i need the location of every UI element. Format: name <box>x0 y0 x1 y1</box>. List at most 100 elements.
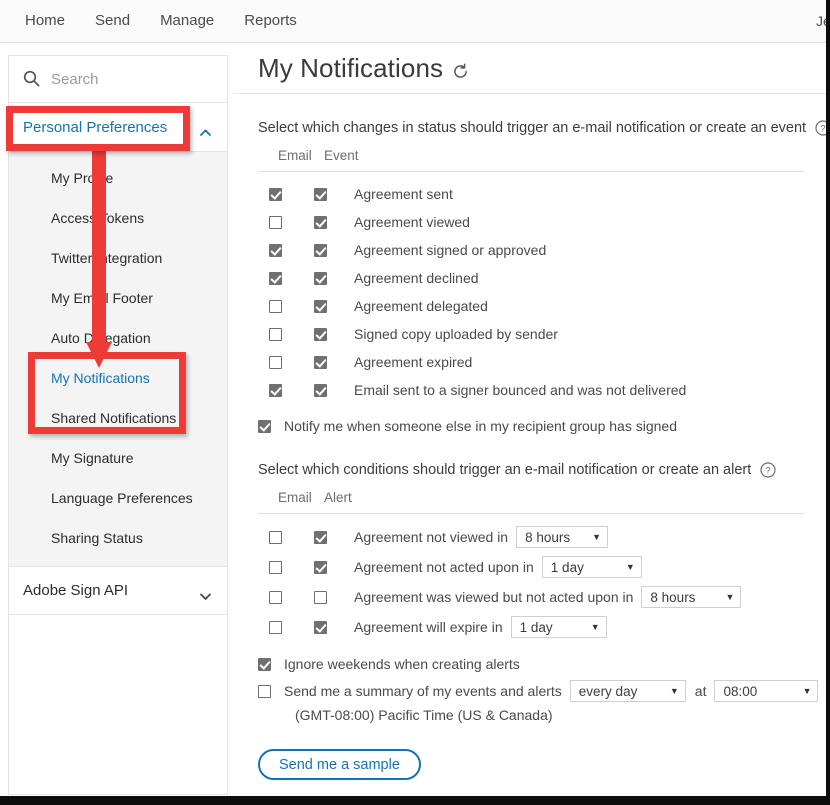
row-label: Agreement was viewed but not acted upon … <box>354 589 633 605</box>
chevron-down-icon: ▼ <box>670 687 679 696</box>
conditions-column-headers: Email Alert <box>258 490 804 514</box>
checkbox-email-not-viewed[interactable] <box>269 531 282 544</box>
checkbox-email-agreement-sent[interactable] <box>269 188 282 201</box>
select-value: 1 day <box>551 560 584 575</box>
table-row: Agreement expired <box>234 348 826 376</box>
nav-item-home[interactable]: Home <box>10 0 80 42</box>
row-label: Agreement sent <box>354 186 453 202</box>
checkbox-email-signed-copy-uploaded[interactable] <box>269 328 282 341</box>
top-nav-items: Home Send Manage Reports <box>10 0 312 42</box>
search-field[interactable]: Search <box>9 56 227 103</box>
checkbox-alert-not-viewed[interactable] <box>314 531 327 544</box>
application-window: Home Send Manage Reports Je Search Perso… <box>0 0 830 805</box>
sidebar-item-my-notifications[interactable]: My Notifications <box>9 358 227 398</box>
select-not-acted-upon-duration[interactable]: 1 day ▼ <box>542 556 642 578</box>
sidebar-item-my-profile[interactable]: My Profile <box>9 158 227 198</box>
checkbox-event-agreement-declined[interactable] <box>314 272 327 285</box>
sidebar-item-my-email-footer[interactable]: My Email Footer <box>9 278 227 318</box>
page-title: My Notifications <box>258 53 443 84</box>
chevron-down-icon: ▼ <box>626 563 635 572</box>
checkbox-alert-will-expire[interactable] <box>314 621 327 634</box>
nav-item-reports[interactable]: Reports <box>229 0 312 42</box>
conditions-section-description: Select which conditions should trigger a… <box>258 462 751 478</box>
row-label: Agreement signed or approved <box>354 242 546 258</box>
notify-recipient-group-label: Notify me when someone else in my recipi… <box>284 418 677 434</box>
checkbox-email-agreement-viewed[interactable] <box>269 216 282 229</box>
checkbox-ignore-weekends[interactable] <box>258 658 271 671</box>
select-viewed-not-acted-duration[interactable]: 8 hours ▼ <box>641 586 741 608</box>
checkbox-alert-not-acted-upon[interactable] <box>314 561 327 574</box>
sidebar-submenu-personal-preferences: My Profile Access Tokens Twitter Integra… <box>9 151 227 567</box>
checkbox-notify-recipient-group[interactable] <box>258 420 271 433</box>
checkbox-event-agreement-sent[interactable] <box>314 188 327 201</box>
select-will-expire-duration[interactable]: 1 day ▼ <box>511 616 607 638</box>
checkbox-email-agreement-delegated[interactable] <box>269 300 282 313</box>
select-summary-time[interactable]: 08:00 ▼ <box>714 680 818 702</box>
sidebar-item-access-tokens[interactable]: Access Tokens <box>9 198 227 238</box>
checkbox-event-email-bounced[interactable] <box>314 384 327 397</box>
nav-item-manage[interactable]: Manage <box>145 0 229 42</box>
table-row: Agreement not acted upon in 1 day ▼ <box>234 552 826 582</box>
sidebar-item-twitter-integration[interactable]: Twitter Integration <box>9 238 227 278</box>
chevron-down-icon: ▼ <box>592 533 601 542</box>
table-row: Agreement was viewed but not acted upon … <box>234 582 826 612</box>
select-summary-frequency[interactable]: every day ▼ <box>570 680 686 702</box>
sidebar-item-language-preferences[interactable]: Language Preferences <box>9 478 227 518</box>
checkbox-email-agreement-declined[interactable] <box>269 272 282 285</box>
search-icon <box>23 70 40 87</box>
select-value: every day <box>579 684 638 699</box>
top-navigation-bar: Home Send Manage Reports Je <box>0 0 830 43</box>
send-me-a-sample-button[interactable]: Send me a sample <box>258 749 421 780</box>
select-value: 08:00 <box>723 684 757 699</box>
nav-item-send[interactable]: Send <box>80 0 145 42</box>
help-icon[interactable]: ? <box>760 462 776 478</box>
select-value: 8 hours <box>525 530 570 545</box>
checkbox-email-agreement-expired[interactable] <box>269 356 282 369</box>
checkbox-event-agreement-signed[interactable] <box>314 244 327 257</box>
window-right-edge <box>826 0 830 805</box>
window-bottom-edge <box>0 796 830 805</box>
row-label: Agreement declined <box>354 270 479 286</box>
table-row: Email sent to a signer bounced and was n… <box>234 376 826 404</box>
summary-at-label: at <box>695 683 707 699</box>
table-row: Agreement signed or approved <box>234 236 826 264</box>
checkbox-event-agreement-viewed[interactable] <box>314 216 327 229</box>
ignore-weekends-label: Ignore weekends when creating alerts <box>284 656 520 672</box>
select-not-viewed-duration[interactable]: 8 hours ▼ <box>516 526 608 548</box>
sidebar-item-my-signature[interactable]: My Signature <box>9 438 227 478</box>
sidebar-section-adobe-sign-api[interactable]: Adobe Sign API <box>9 567 227 615</box>
status-section-description-row: Select which changes in status should tr… <box>234 120 826 136</box>
table-row: Agreement declined <box>234 264 826 292</box>
checkbox-send-summary[interactable] <box>258 685 271 698</box>
checkbox-email-viewed-not-acted[interactable] <box>269 591 282 604</box>
sidebar-item-auto-delegation[interactable]: Auto Delegation <box>9 318 227 358</box>
summary-label: Send me a summary of my events and alert… <box>284 683 562 699</box>
sidebar-item-sharing-status[interactable]: Sharing Status <box>9 518 227 558</box>
refresh-icon[interactable] <box>452 63 469 80</box>
checkbox-email-will-expire[interactable] <box>269 621 282 634</box>
checkbox-alert-viewed-not-acted[interactable] <box>314 591 327 604</box>
search-placeholder: Search <box>51 71 99 88</box>
checkbox-email-agreement-signed[interactable] <box>269 244 282 257</box>
row-label: Agreement delegated <box>354 298 488 314</box>
row-label: Signed copy uploaded by sender <box>354 326 558 342</box>
checkbox-event-agreement-expired[interactable] <box>314 356 327 369</box>
table-row: Agreement will expire in 1 day ▼ <box>234 612 826 642</box>
chevron-down-icon: ▼ <box>803 687 812 696</box>
sidebar-item-shared-notifications[interactable]: Shared Notifications <box>9 398 227 438</box>
chevron-down-icon <box>200 587 211 594</box>
chevron-down-icon: ▼ <box>591 623 600 632</box>
sidebar-section-personal-preferences[interactable]: Personal Preferences <box>9 103 227 151</box>
row-label: Agreement will expire in <box>354 619 503 635</box>
help-icon[interactable]: ? <box>815 120 826 136</box>
checkbox-email-not-acted-upon[interactable] <box>269 561 282 574</box>
checkbox-event-agreement-delegated[interactable] <box>314 300 327 313</box>
status-column-headers: Email Event <box>258 148 804 172</box>
row-label: Agreement expired <box>354 354 472 370</box>
status-rows: Agreement sent Agreement viewed Agreemen… <box>234 180 826 404</box>
checkbox-event-signed-copy-uploaded[interactable] <box>314 328 327 341</box>
sidebar-empty-area <box>9 615 227 775</box>
checkbox-email-email-bounced[interactable] <box>269 384 282 397</box>
row-label: Agreement not viewed in <box>354 529 508 545</box>
row-label: Email sent to a signer bounced and was n… <box>354 382 686 398</box>
